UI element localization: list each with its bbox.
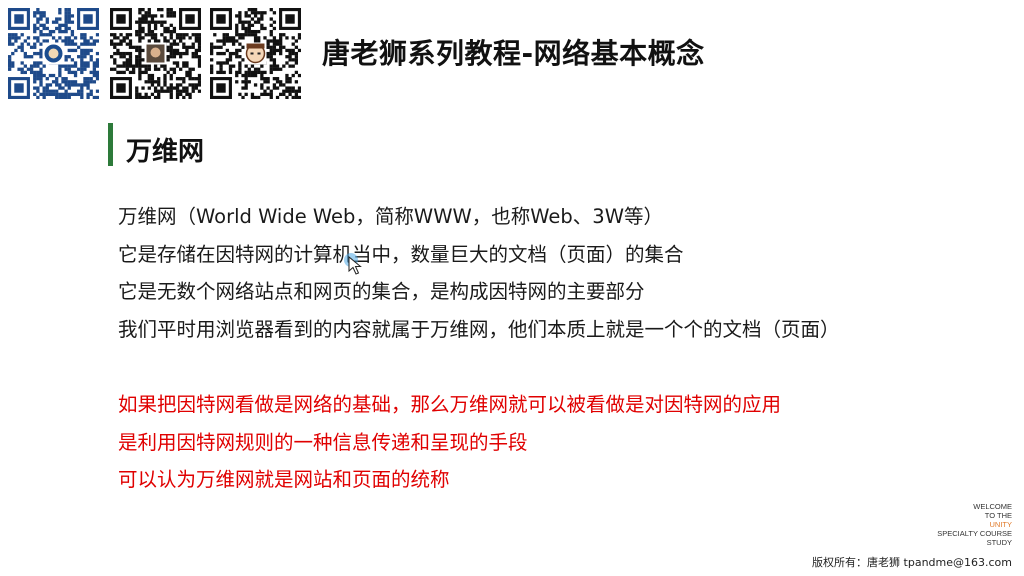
highlight-line: 是利用因特网规则的一种信息传递和呈现的手段 bbox=[118, 430, 528, 454]
section-accent-bar bbox=[108, 123, 113, 166]
body-spacer bbox=[118, 352, 840, 390]
body-line: 它是无数个网络站点和网页的集合，是构成因特网的主要部分 bbox=[118, 280, 645, 304]
body-line: 它是存储在因特网的计算机当中，数量巨大的文档（页面）的集合 bbox=[118, 242, 684, 266]
welcome-line: SPECIALTY COURSE bbox=[937, 529, 1012, 538]
qr-code-icon bbox=[210, 8, 301, 99]
copyright: 版权所有：唐老狮 tpandme@163.com bbox=[812, 556, 1012, 569]
highlight-line: 如果把因特网看做是网络的基础，那么万维网就可以被看做是对因特网的应用 bbox=[118, 392, 782, 416]
body-text: 万维网（World Wide Web，简称WWW，也称Web、3W等） 它是存储… bbox=[118, 202, 840, 503]
qr-code-1 bbox=[8, 8, 99, 99]
mouse-cursor-icon bbox=[344, 253, 364, 275]
body-line: 万维网（World Wide Web，简称WWW，也称Web、3W等） bbox=[118, 205, 663, 228]
qr-code-icon bbox=[110, 8, 201, 99]
welcome-line: STUDY bbox=[986, 538, 1012, 547]
qr-code-3 bbox=[210, 8, 301, 99]
qr-code-2 bbox=[110, 8, 201, 99]
welcome-line-unity: UNITY bbox=[989, 520, 1013, 529]
highlight-line: 可以认为万维网就是网站和页面的统称 bbox=[118, 468, 450, 492]
welcome-line: WELCOME bbox=[973, 502, 1012, 511]
qr-code-icon bbox=[8, 8, 99, 99]
section-title: 万维网 bbox=[126, 137, 205, 167]
welcome-line: TO THE bbox=[984, 511, 1012, 520]
welcome-branding: WELCOME TO THE UNITY SPECIALTY COURSE ST… bbox=[937, 502, 1012, 547]
body-line: 我们平时用浏览器看到的内容就属于万维网，他们本质上就是一个个的文档（页面） bbox=[118, 317, 840, 341]
slide-title: 唐老狮系列教程-网络基本概念 bbox=[322, 37, 705, 70]
